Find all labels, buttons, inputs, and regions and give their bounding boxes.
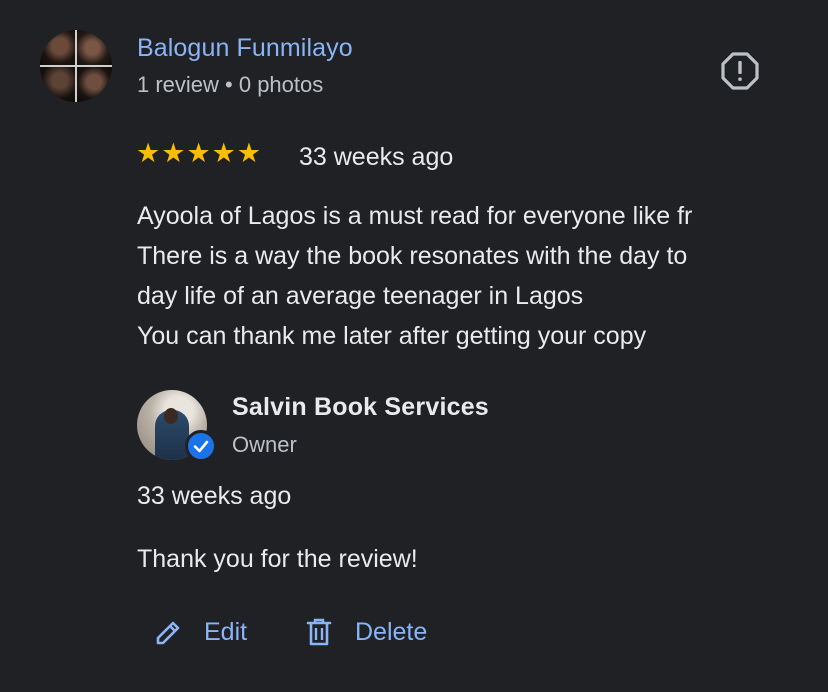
pencil-icon (156, 621, 180, 645)
review-card: Balogun Funmilayo 1 review • 0 photos ★ … (0, 0, 828, 692)
reply-text: Thank you for the review! (137, 545, 418, 573)
owner-role: Owner (232, 432, 297, 457)
delete-label: Delete (355, 617, 428, 646)
review-line: There is a way the book resonates with t… (137, 242, 688, 270)
review-line: You can thank me later after getting you… (137, 322, 647, 350)
owner-name: Salvin Book Services (232, 393, 489, 421)
star-rating: ★ ★ ★ ★ ★ (136, 140, 261, 167)
star-icon: ★ (186, 138, 211, 169)
reply-time: 33 weeks ago (137, 482, 292, 510)
star-icon: ★ (211, 138, 236, 169)
edit-button[interactable]: Edit (154, 612, 247, 652)
review-text: Ayoola of Lagos is a must read for every… (137, 196, 777, 356)
star-icon: ★ (161, 138, 186, 169)
reviewer-avatar[interactable] (40, 30, 112, 102)
delete-button[interactable]: Delete (305, 612, 427, 652)
verified-check-icon (185, 430, 217, 462)
review-time: 33 weeks ago (299, 143, 454, 171)
review-line: day life of an average teenager in Lagos (137, 282, 584, 310)
star-icon: ★ (236, 138, 262, 169)
reviewer-meta: 1 review • 0 photos (137, 72, 324, 97)
star-icon: ★ (136, 138, 161, 169)
trash-icon (306, 618, 332, 646)
report-icon[interactable] (720, 51, 760, 91)
review-line: Ayoola of Lagos is a must read for every… (137, 202, 693, 230)
reviewer-name-link[interactable]: Balogun Funmilayo (137, 34, 353, 63)
edit-label: Edit (204, 617, 248, 646)
